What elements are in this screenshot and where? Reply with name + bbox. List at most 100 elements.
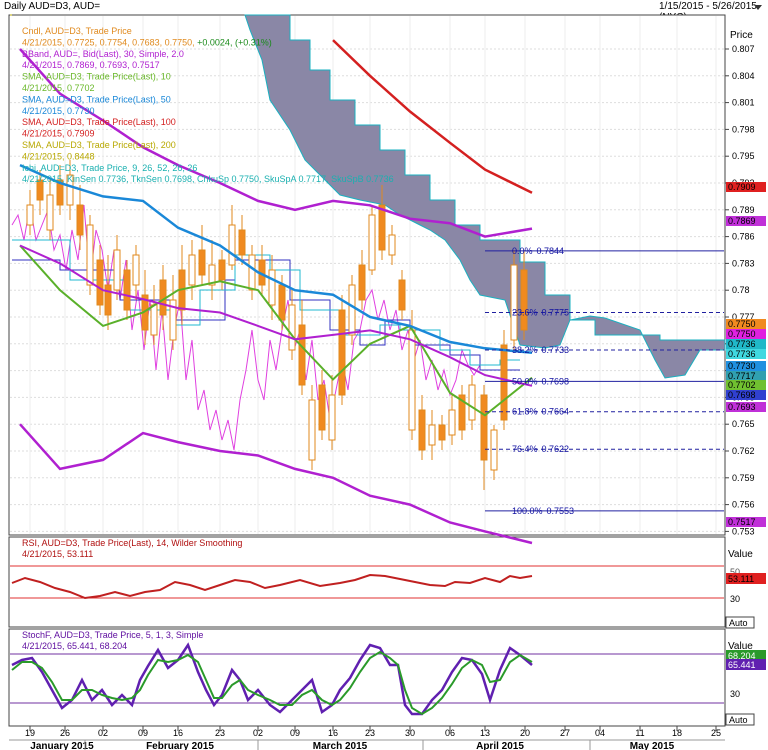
candle-body — [358, 264, 366, 301]
value-tag-text: 0.7750 — [728, 329, 756, 339]
price-tick-label: 0.765 — [732, 419, 755, 429]
chart-window: Daily AUD=D3, AUD= 1/15/2015 - 5/26/2015… — [0, 0, 768, 750]
stoch-legend-line2: 4/21/2015, 65.441, 68.204 — [22, 641, 127, 651]
candle-body — [228, 224, 236, 266]
price-tick-label: 0.798 — [732, 124, 755, 134]
day-tick-label: 19 — [25, 728, 35, 738]
candle-body — [198, 249, 206, 276]
candle-body — [308, 399, 316, 461]
day-tick-label: 23 — [215, 728, 225, 738]
legend-change: +0.0024, (+0.31%) — [197, 37, 272, 47]
candle-body — [468, 384, 476, 421]
price-tick-label: 0.786 — [732, 232, 755, 242]
fib-price: 0.7698 — [542, 376, 570, 386]
day-tick-label: 11 — [635, 728, 644, 738]
day-tick-label: 26 — [60, 728, 70, 738]
candle-body — [298, 324, 306, 386]
day-tick-label: 09 — [138, 728, 148, 738]
fib-percent: 61.8% — [512, 407, 538, 417]
rsi-tick-30: 30 — [730, 594, 740, 604]
candle-body — [398, 279, 406, 311]
candle-body — [248, 254, 256, 291]
fib-percent: 38.2% — [512, 345, 538, 355]
candle-body — [96, 259, 104, 306]
candle-body — [218, 259, 226, 281]
candle-body — [510, 264, 518, 341]
fib-percent: 100.0% — [512, 506, 543, 516]
stoch-legend-line1: StochF, AUD=D3, Trade Price, 5, 1, 3, Si… — [22, 630, 203, 640]
candle-body — [338, 309, 346, 396]
legend-entry: SMA, AUD=D3, Trade Price(Last), 100 — [22, 117, 176, 127]
rsi-plot-area — [8, 536, 726, 628]
legend-entry: 4/21/2015, 0.8448 — [22, 151, 95, 161]
day-tick-label: 20 — [520, 728, 530, 738]
fib-price: 0.7622 — [542, 444, 570, 454]
candle-body — [500, 344, 508, 421]
price-tick-label: 0.759 — [732, 473, 755, 483]
fib-price: 0.7844 — [537, 246, 565, 256]
legend-entry: 4/21/2015, 0.7869, 0.7693, 0.7517 — [22, 60, 160, 70]
rsi-axis-title: Value — [728, 549, 753, 560]
candle-body — [132, 254, 140, 286]
fib-price: 0.7664 — [542, 407, 570, 417]
candle-body — [428, 424, 436, 446]
price-tick-label: 0.753 — [732, 526, 755, 536]
month-label: March 2015 — [313, 741, 368, 750]
candle-body — [150, 304, 158, 336]
legend-entry: 4/21/2015, 0.7725, 0.7754, 0.7683, 0.775… — [22, 37, 272, 47]
candle-body — [86, 224, 94, 286]
candle-body — [490, 429, 498, 471]
legend-entry: Cndl, AUD=D3, Trade Price — [22, 26, 132, 36]
day-tick-label: 23 — [365, 728, 375, 738]
legend-entry: SMA, AUD=D3, Trade Price(Last), 200 — [22, 140, 176, 150]
day-tick-label: 16 — [173, 728, 183, 738]
candle-body — [378, 204, 386, 251]
price-axis-title: Price — [730, 30, 753, 41]
legend-entry: SMA, AUD=D3, Trade Price(Last), 50 — [22, 94, 171, 104]
value-tag-text: 0.7736 — [728, 349, 756, 359]
day-tick-label: 02 — [98, 728, 108, 738]
price-tick-label: 0.78 — [732, 285, 750, 295]
day-tick-label: 30 — [405, 728, 415, 738]
value-tag-text: 0.7693 — [728, 402, 756, 412]
day-tick-label: 06 — [445, 728, 455, 738]
candle-body — [418, 409, 426, 451]
day-tick-label: 25 — [711, 728, 721, 738]
price-tick-label: 0.756 — [732, 500, 755, 510]
stoch-k-tag-text: 65.441 — [728, 660, 756, 670]
rsi-auto-label: Auto — [729, 618, 748, 628]
value-tag-text: 0.7909 — [728, 182, 756, 192]
day-tick-label: 16 — [328, 728, 338, 738]
fib-price: 0.7775 — [542, 308, 570, 318]
candle-body — [46, 194, 54, 231]
day-tick-label: 27 — [560, 728, 570, 738]
value-tag-text: 0.7750 — [728, 319, 756, 329]
day-tick-label: 04 — [595, 728, 605, 738]
stoch-auto-label: Auto — [729, 715, 748, 725]
fib-percent: 76.4% — [512, 444, 538, 454]
month-label: April 2015 — [476, 741, 524, 750]
price-tick-label: 0.804 — [732, 71, 755, 81]
candle-body — [520, 269, 528, 331]
rsi-legend-line1: RSI, AUD=D3, Trade Price(Last), 14, Wild… — [22, 538, 242, 548]
candle-body — [348, 284, 356, 336]
candle-body — [388, 234, 396, 256]
fib-price: 0.7733 — [542, 345, 570, 355]
time-axis: 19 26 02 09 16 23 02 09 16 23 30 06 13 20 27 04 11 18 25Ja… — [9, 726, 725, 750]
legend-values: 4/21/2015, 0.7725, 0.7754, 0.7683, 0.775… — [22, 37, 197, 47]
day-tick-label: 13 — [480, 728, 490, 738]
price-tick-label: 0.807 — [732, 44, 755, 54]
value-tag-text: 0.7698 — [728, 390, 756, 400]
candle-body — [328, 394, 336, 441]
stoch-tick-30: 30 — [730, 689, 740, 699]
fib-percent: 0.0% — [512, 246, 533, 256]
rsi-value-text: 53.111 — [728, 574, 754, 584]
legend-entry: SMA, AUD=D3, Trade Price(Last), 10 — [22, 72, 171, 82]
value-tag-text: 0.7517 — [728, 517, 756, 527]
candle-body — [368, 214, 376, 271]
fib-percent: 50.0% — [512, 376, 538, 386]
price-tick-label: 0.801 — [732, 98, 755, 108]
legend-entry: 4/21/2015, 0.7702 — [22, 83, 95, 93]
legend-entry: BBand, AUD=, Bid(Last), 30, Simple, 2.0 — [22, 49, 184, 59]
candle-body — [188, 254, 196, 286]
